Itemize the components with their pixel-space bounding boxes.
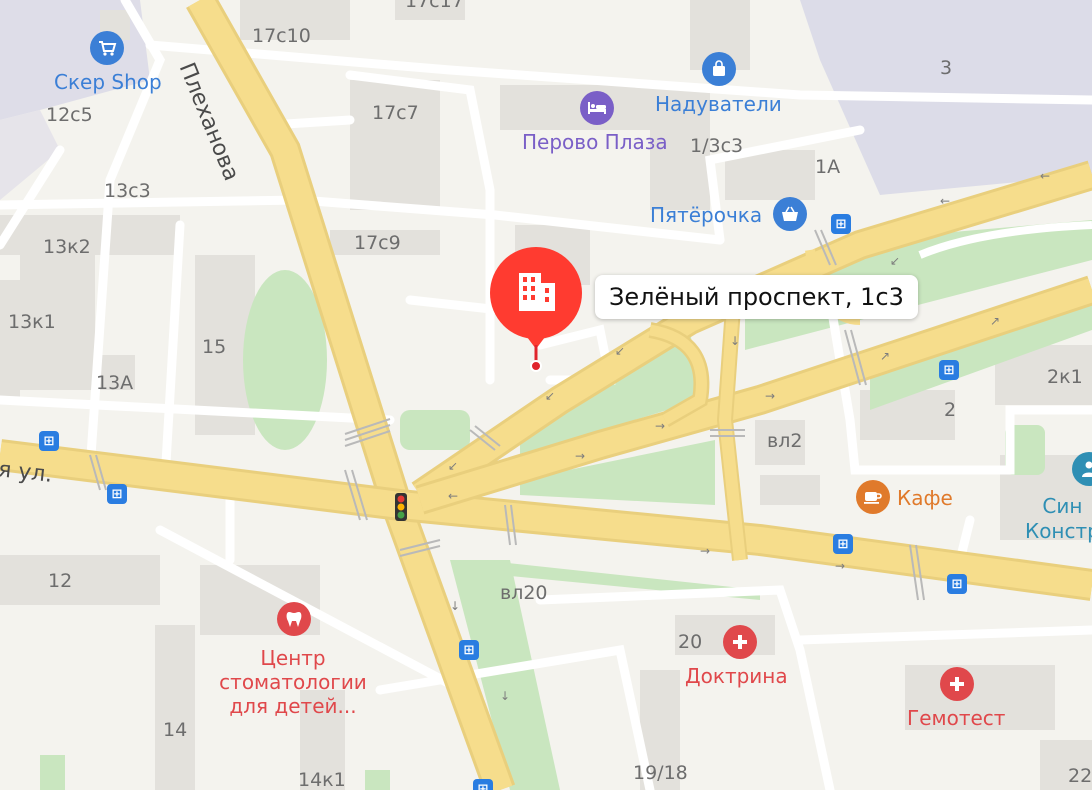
svg-text:→: → <box>575 449 585 463</box>
svg-text:→: → <box>655 419 665 433</box>
poi-label-centr-stomatologii[interactable]: Центр стоматологии для детей... <box>218 646 368 718</box>
svg-text:↙: ↙ <box>448 459 458 473</box>
building-number: 14к1 <box>298 769 346 790</box>
building-number: 17с10 <box>252 25 311 47</box>
medical-cross-icon[interactable] <box>723 625 757 659</box>
poi-label-sin-konstr[interactable]: Син Констр <box>1025 494 1092 544</box>
poi-label-naduvateli[interactable]: Надуватели <box>655 94 782 114</box>
building-number: 19/18 <box>633 762 688 784</box>
svg-text:↗: ↗ <box>990 314 1000 328</box>
shopping-basket-icon[interactable] <box>773 197 807 231</box>
svg-text:↗: ↗ <box>880 349 890 363</box>
svg-text:↙: ↙ <box>545 389 555 403</box>
shopping-bag-icon[interactable] <box>702 52 736 86</box>
poi-label-kafe[interactable]: Кафе <box>897 488 953 508</box>
building-number: 13к2 <box>43 236 91 258</box>
svg-text:↙: ↙ <box>890 254 900 268</box>
hotel-bed-icon[interactable] <box>580 91 614 125</box>
building-number: 1/3с3 <box>690 135 744 157</box>
building-number: 3 <box>940 57 953 79</box>
svg-text:←: ← <box>940 194 950 208</box>
bus-stop-icon[interactable]: ⊞ <box>459 640 479 660</box>
address-text: Зелёный проспект, 1с3 <box>609 283 904 311</box>
medical-cross-icon[interactable] <box>940 667 974 701</box>
shopping-cart-icon[interactable] <box>90 31 124 65</box>
building-number: 13к1 <box>8 311 56 333</box>
building-number: 12 <box>48 570 73 592</box>
svg-text:→: → <box>765 389 775 403</box>
building-number: 17с7 <box>372 102 419 124</box>
traffic-light-icon <box>395 493 407 521</box>
coffee-cup-icon[interactable] <box>856 480 890 514</box>
svg-text:↓: ↓ <box>450 599 460 613</box>
building-number: 13с3 <box>104 180 151 202</box>
building-number: 14 <box>163 719 188 741</box>
street-label-left: я ул. <box>0 457 54 488</box>
bus-stop-icon[interactable]: ⊞ <box>107 484 127 504</box>
building-number: 15 <box>202 336 227 358</box>
building-number: 22 <box>1068 765 1092 787</box>
building-number: 17с9 <box>354 232 401 254</box>
bus-stop-icon[interactable]: ⊞ <box>833 534 853 554</box>
building-number: 17с17 <box>405 0 464 12</box>
address-callout[interactable]: Зелёный проспект, 1с3 <box>595 275 918 319</box>
selected-location-pin[interactable] <box>489 245 585 375</box>
poi-label-skep-shop[interactable]: Скер Shop <box>54 72 162 92</box>
svg-text:↓: ↓ <box>500 689 510 703</box>
bus-stop-icon[interactable]: ⊞ <box>39 431 59 451</box>
poi-label-doktrina[interactable]: Доктрина <box>685 666 788 686</box>
poi-label-pyaterochka[interactable]: Пятёрочка <box>650 205 762 225</box>
map-view[interactable]: ↙↙ ←← ←→ →→ ↗↗ ↙↙ ←↓ ↓↓ →→ Плеханова я у… <box>0 0 1092 790</box>
building-number: вл2 <box>767 430 803 452</box>
svg-text:→: → <box>700 544 710 558</box>
building-number: вл20 <box>500 582 548 604</box>
svg-text:↙: ↙ <box>615 344 625 358</box>
poi-label-gemotest[interactable]: Гемотест <box>907 708 1005 728</box>
building-number: 12с5 <box>46 104 93 126</box>
poi-label-perovo-plaza[interactable]: Перово Плаза <box>522 132 668 152</box>
building-number: 1А <box>815 156 841 178</box>
bus-stop-icon[interactable]: ⊞ <box>947 574 967 594</box>
svg-text:←: ← <box>1040 169 1050 183</box>
bus-stop-icon[interactable]: ⊞ <box>831 214 851 234</box>
building-number: 13А <box>96 372 134 394</box>
bus-stop-icon[interactable]: ⊞ <box>939 360 959 380</box>
svg-text:↓: ↓ <box>730 334 740 348</box>
building-number: 2 <box>944 399 957 421</box>
building-number: 20 <box>678 631 703 653</box>
bus-stop-icon[interactable]: ⊞ <box>473 779 493 790</box>
map-base: ↙↙ ←← ←→ →→ ↗↗ ↙↙ ←↓ ↓↓ →→ <box>0 0 1092 790</box>
building-number: 2к1 <box>1047 366 1083 388</box>
tooth-icon[interactable] <box>277 602 311 636</box>
svg-text:→: → <box>835 559 845 573</box>
svg-text:←: ← <box>448 489 458 503</box>
